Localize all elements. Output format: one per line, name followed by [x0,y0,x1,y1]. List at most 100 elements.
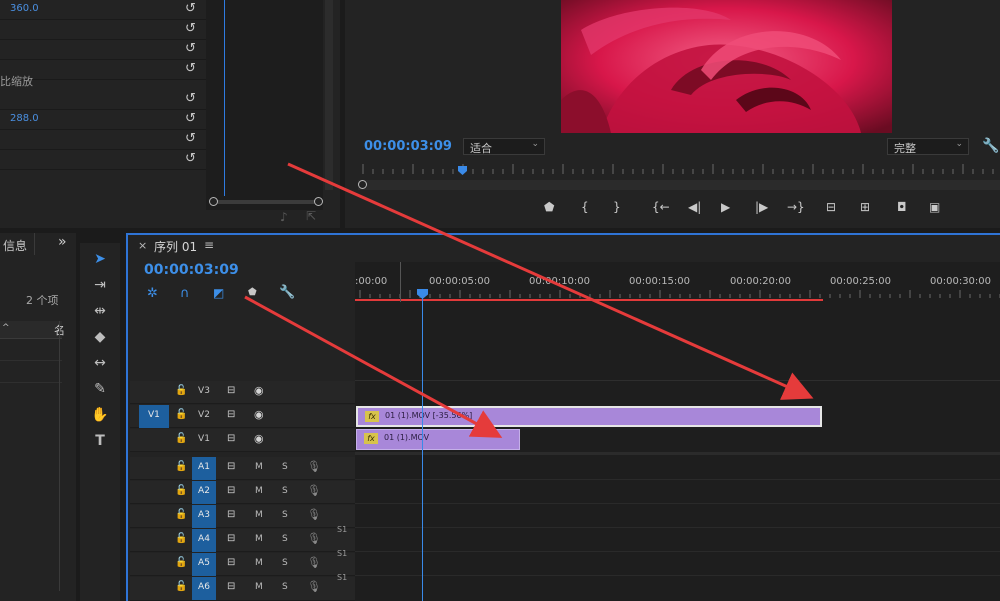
timeline-track-area[interactable] [355,302,1000,601]
track-header-a4[interactable]: 🔓 A4 ⊟ M S 🎙 S1 [130,525,355,552]
source-patch-v1[interactable]: V1 [139,405,169,428]
fx-badge[interactable]: fx [365,411,379,422]
solo-button[interactable]: S [282,462,288,472]
panel-overflow-button[interactable]: » [58,234,67,250]
scale-value[interactable]: 288.0 [10,113,39,124]
reset-icon[interactable]: ↺ [185,131,196,146]
tab-info[interactable]: 信息 [3,237,27,254]
timeline-timecode[interactable]: 00:00:03:09 [144,262,239,278]
sync-lock-icon[interactable]: ⊟ [227,533,235,544]
lock-icon[interactable]: 🔓 [175,485,187,496]
mute-button[interactable]: M [255,558,263,568]
sync-lock-icon[interactable]: ⊟ [227,509,235,520]
microphone-icon[interactable]: 🎙 [307,580,321,593]
mark-out-icon[interactable]: } [613,200,621,214]
microphone-icon[interactable]: 🎙 [307,508,321,521]
timeline-settings-icon[interactable]: 🔧 [279,285,295,300]
program-scrollbar[interactable] [358,180,1000,190]
program-ruler[interactable] [358,164,1000,180]
ripple-edit-tool-icon[interactable]: ⇹ [88,300,112,322]
reset-icon[interactable]: ↺ [185,21,196,36]
track-select-tool-icon[interactable]: ⇥ [88,274,112,296]
program-zoom-handle[interactable] [358,180,367,189]
mute-button[interactable]: M [255,462,263,472]
linked-selection-icon[interactable]: ◩ [213,286,224,300]
selection-tool-icon[interactable]: ➤ [88,248,112,270]
add-marker-icon[interactable]: ⬟ [248,287,257,298]
track-header-v2[interactable]: V1 🔓 V2 ⊟ ◉ [130,405,355,428]
zoom-handle-left[interactable] [209,197,218,206]
mute-button[interactable]: M [255,534,263,544]
export-frame-icon[interactable]: ◘ [897,200,907,214]
solo-button[interactable]: S [282,534,288,544]
sync-lock-icon[interactable]: ⊟ [227,461,235,472]
eye-icon[interactable]: ◉ [254,408,264,421]
timeline-ruler[interactable]: :00:00 00:00:05:00 00:00:10:00 00:00:15:… [355,262,1000,302]
reset-icon[interactable]: ↺ [185,1,196,16]
lock-icon[interactable]: 🔓 [175,557,187,568]
microphone-icon[interactable]: 🎙 [307,532,321,545]
sync-lock-icon[interactable]: ⊟ [227,409,235,420]
lock-icon[interactable]: 🔓 [175,509,187,520]
mute-button[interactable]: M [255,486,263,496]
quality-dropdown[interactable]: 完整 ⌄ [887,138,969,155]
track-header-v3[interactable]: 🔓 V3 ⊟ ◉ [130,381,355,404]
sync-lock-icon[interactable]: ⊟ [227,385,235,396]
tab-menu-icon[interactable]: ≡ [204,238,214,252]
track-header-a5[interactable]: 🔓 A5 ⊟ M S 🎙 S1 [130,549,355,576]
comparison-view-icon[interactable]: ▣ [929,200,940,214]
clip-v2[interactable]: fx 01 (1).MOV [-35.56%] [356,406,822,427]
solo-button[interactable]: S [282,558,288,568]
microphone-icon[interactable]: 🎙 [307,556,321,569]
lock-icon[interactable]: 🔓 [175,581,187,592]
fx-badge[interactable]: fx [364,433,378,444]
eye-icon[interactable]: ◉ [254,384,264,397]
extract-icon[interactable]: ⊞ [860,200,870,214]
clip-v1[interactable]: fx 01 (1).MOV [356,429,520,450]
list-item[interactable] [0,339,62,361]
hand-tool-icon[interactable]: ✋ [88,404,112,426]
reset-icon[interactable]: ↺ [185,151,196,166]
lock-icon[interactable]: 🔓 [175,385,187,396]
microphone-icon[interactable]: 🎙 [307,484,321,497]
close-tab-icon[interactable]: × [138,239,147,252]
mute-button[interactable]: M [255,582,263,592]
lock-icon[interactable]: 🔓 [175,433,187,444]
lock-icon[interactable]: 🔓 [175,461,187,472]
track-header-v1[interactable]: 🔓 V1 ⊟ ◉ [130,429,355,452]
reset-icon[interactable]: ↺ [185,41,196,56]
program-timecode[interactable]: 00:00:03:09 [364,139,452,154]
sync-lock-icon[interactable]: ⊟ [227,485,235,496]
go-to-in-icon[interactable]: {← [652,200,670,214]
mark-in-icon[interactable]: { [581,200,589,214]
solo-button[interactable]: S [282,582,288,592]
tab-sequence[interactable]: 序列 01 [154,238,197,255]
track-header-a6[interactable]: 🔓 A6 ⊟ M S 🎙 S1 [130,573,355,601]
reset-icon[interactable]: ↺ [185,91,196,106]
mute-button[interactable]: M [255,510,263,520]
effect-controls-playhead[interactable] [224,0,225,196]
position-value[interactable]: 360.0 [10,3,39,14]
slip-tool-icon[interactable]: ↔ [88,352,112,374]
snap-icon[interactable]: ∩ [180,286,190,301]
list-item[interactable] [0,361,62,383]
zoom-handle-right[interactable] [314,197,323,206]
pen-tool-icon[interactable]: ✎ [88,378,112,400]
lock-icon[interactable]: 🔓 [175,409,187,420]
solo-button[interactable]: S [282,510,288,520]
razor-tool-icon[interactable]: ◆ [88,326,112,348]
timeline-playhead-line[interactable] [422,296,423,601]
track-header-a3[interactable]: 🔓 A3 ⊟ M S 🎙 [130,505,355,528]
nest-toggle-icon[interactable]: ✲ [147,286,158,301]
effect-controls-scrollbar[interactable] [325,0,333,190]
lock-icon[interactable]: 🔓 [175,533,187,544]
reset-icon[interactable]: ↺ [185,111,196,126]
eye-icon[interactable]: ◉ [254,432,264,445]
lift-icon[interactable]: ⊟ [826,200,836,214]
step-forward-icon[interactable]: |▶ [755,200,768,214]
step-back-icon[interactable]: ◀| [688,200,701,214]
sync-lock-icon[interactable]: ⊟ [227,433,235,444]
type-tool-icon[interactable]: T [88,430,112,452]
track-header-a2[interactable]: 🔓 A2 ⊟ M S 🎙 [130,481,355,504]
microphone-icon[interactable]: 🎙 [307,460,321,473]
